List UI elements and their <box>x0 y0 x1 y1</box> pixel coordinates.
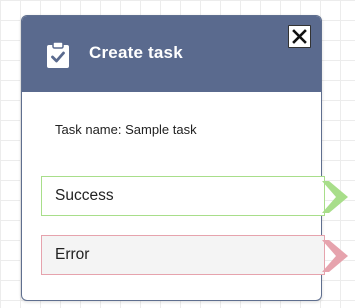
block-title: Create task <box>89 43 183 62</box>
error-branch-label: Error <box>55 246 90 263</box>
error-connector-arrow-icon[interactable] <box>322 239 350 273</box>
task-name-label: Task name: Sample task <box>55 122 197 137</box>
error-branch[interactable]: Error <box>41 235 325 275</box>
success-branch-label: Success <box>55 187 114 204</box>
clipboard-check-icon <box>47 41 69 68</box>
success-branch[interactable]: Success <box>41 176 325 216</box>
block-header: Create task <box>22 16 321 92</box>
success-connector-arrow-icon[interactable] <box>322 180 350 214</box>
close-icon <box>292 29 307 44</box>
close-button[interactable] <box>288 25 311 48</box>
